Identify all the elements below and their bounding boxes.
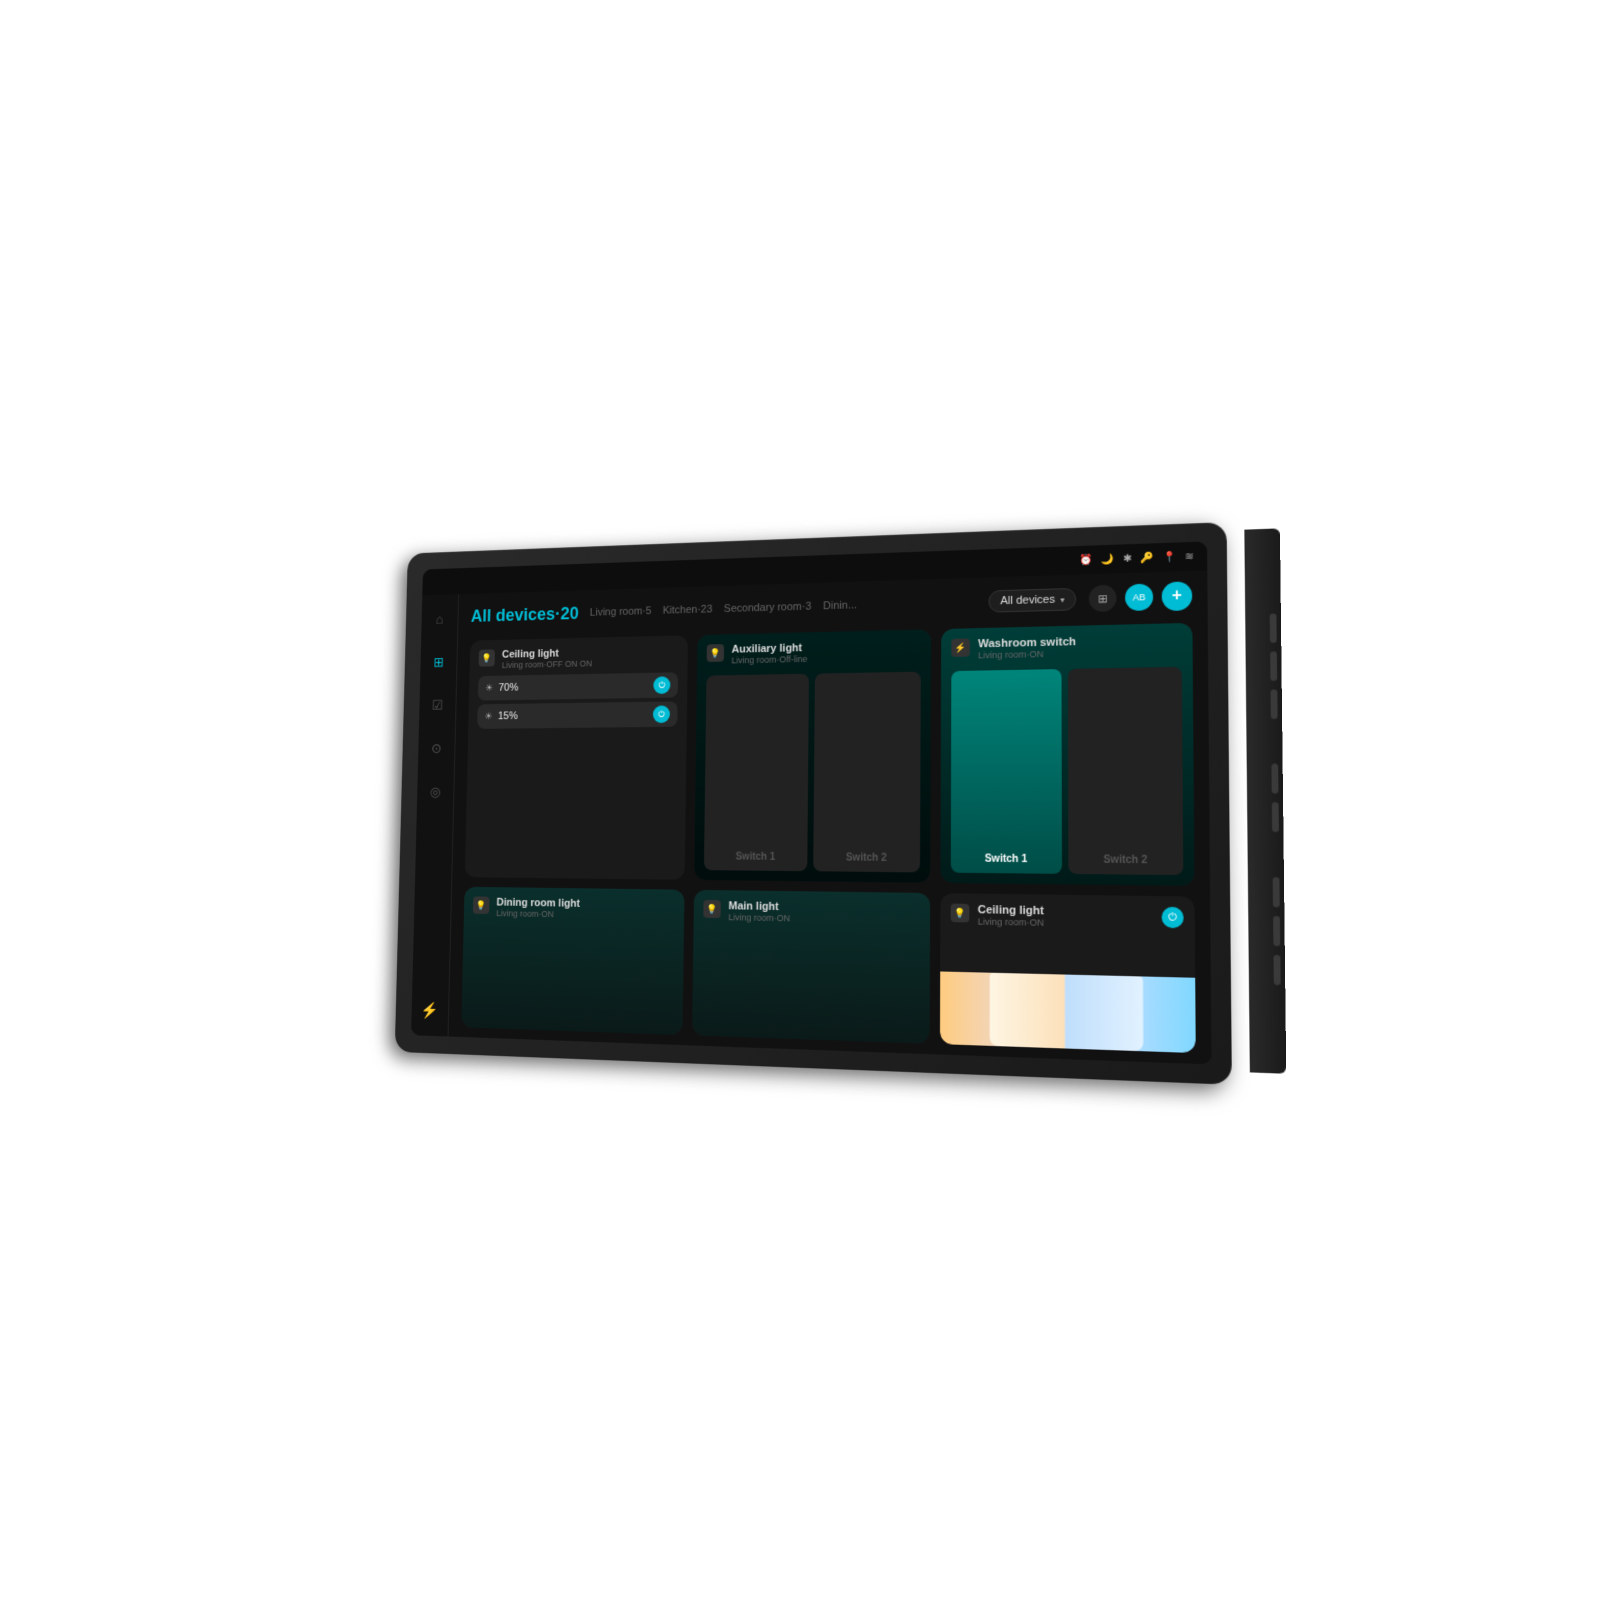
card-ceiling-light-1[interactable]: 💡 Ceiling light Living room·OFF ON ON bbox=[465, 635, 688, 880]
light-icon-box: 💡 bbox=[703, 900, 721, 918]
side-button[interactable] bbox=[1270, 613, 1277, 643]
wifi-icon: ≋ bbox=[1185, 551, 1194, 563]
card-main-light[interactable]: 💡 Main light Living room·ON bbox=[692, 890, 930, 1044]
filter-dropdown[interactable]: All devices ▾ bbox=[989, 588, 1076, 613]
key-icon: 🔑 bbox=[1141, 552, 1154, 564]
light-icon-box: 💡 bbox=[951, 904, 970, 923]
switch-2-button[interactable]: Switch 2 bbox=[813, 672, 921, 873]
sidebar-item-lightning[interactable]: ⚡ bbox=[417, 997, 443, 1025]
room-tab-secondary[interactable]: Secondary room·3 bbox=[724, 601, 812, 615]
alarm-icon: ⏰ bbox=[1080, 554, 1093, 566]
bluetooth-icon: ✱ bbox=[1123, 553, 1132, 565]
card-header: 💡 Main light Living room·ON bbox=[703, 900, 920, 926]
location-icon: 📍 bbox=[1163, 551, 1177, 563]
card-header: 💡 Auxiliary light Living room·Off-line bbox=[707, 640, 921, 666]
device-grid: 💡 Ceiling light Living room·OFF ON ON bbox=[448, 618, 1211, 1064]
brightness-icon-1: ☀ bbox=[485, 683, 493, 694]
screen: ⏰ 🌙 ✱ 🔑 📍 ≋ ⌂ ⊞ ☑ ⊙ ◎ bbox=[411, 541, 1211, 1064]
brightness-value-1: 70% bbox=[498, 680, 647, 694]
side-button[interactable] bbox=[1274, 955, 1281, 986]
lightbulb-icon: 💡 bbox=[710, 648, 721, 659]
filter-label: All devices bbox=[1000, 594, 1055, 608]
lightbulb-icon: 💡 bbox=[707, 903, 718, 914]
device-info: Auxiliary light Living room·Off-line bbox=[731, 640, 920, 666]
device-info: Dining room light Living room·ON bbox=[496, 897, 675, 921]
page-title: All devices·20 bbox=[471, 603, 579, 626]
curtain-left bbox=[990, 973, 1066, 1049]
scene: ⏰ 🌙 ✱ 🔑 📍 ≋ ⌂ ⊞ ☑ ⊙ ◎ bbox=[350, 520, 1250, 1080]
sidebar-item-home[interactable]: ⌂ bbox=[427, 606, 452, 633]
device-room: Living room·ON bbox=[978, 916, 1153, 930]
moon-icon: 🌙 bbox=[1101, 553, 1114, 565]
room-tabs: Living room·5 Kitchen·23 Secondary room·… bbox=[590, 596, 977, 619]
card-header: 💡 Ceiling light Living room·ON ⏻ bbox=[951, 904, 1184, 931]
room-tab-kitchen[interactable]: Kitchen·23 bbox=[663, 604, 713, 617]
curtain-right bbox=[1065, 975, 1143, 1052]
curtain-visual bbox=[990, 973, 1143, 1052]
brightness-toggle-2[interactable]: ⏻ bbox=[653, 705, 670, 723]
room-tab-dining[interactable]: Dinin... bbox=[823, 599, 857, 612]
side-buttons-mid bbox=[1271, 764, 1279, 832]
room-tab-living[interactable]: Living room·5 bbox=[590, 605, 652, 618]
side-button[interactable] bbox=[1273, 877, 1280, 907]
sidebar-item-devices[interactable]: ⊞ bbox=[426, 649, 451, 676]
tablet-frame: ⏰ 🌙 ✱ 🔑 📍 ≋ ⌂ ⊞ ☑ ⊙ ◎ bbox=[395, 522, 1232, 1085]
light-icon-box: 💡 bbox=[473, 896, 490, 914]
brightness-row-1: ☀ 70% ⏻ bbox=[478, 672, 678, 700]
lightbulb-icon: 💡 bbox=[954, 907, 966, 919]
ui-container: ⌂ ⊞ ☑ ⊙ ◎ ⚡ All devices·20 bbox=[411, 570, 1211, 1064]
switch-icon: ⚡ bbox=[955, 642, 967, 653]
side-buttons-bot bbox=[1273, 877, 1281, 985]
chevron-down-icon: ▾ bbox=[1060, 595, 1064, 604]
switch-area: Switch 1 Switch 2 bbox=[704, 672, 921, 873]
card-header: 💡 Dining room light Living room·ON bbox=[473, 896, 675, 921]
add-device-button[interactable]: + bbox=[1162, 581, 1193, 611]
power-button[interactable]: ⏻ bbox=[1162, 907, 1184, 929]
switch-1-button[interactable]: Switch 1 bbox=[951, 669, 1062, 874]
side-button[interactable] bbox=[1270, 651, 1277, 681]
side-button[interactable] bbox=[1272, 802, 1279, 832]
brightness-toggle-1[interactable]: ⏻ bbox=[653, 676, 670, 694]
side-button[interactable] bbox=[1273, 916, 1280, 946]
card-ceiling-light-2[interactable]: 💡 Ceiling light Living room·ON ⏻ bbox=[940, 893, 1196, 1053]
sidebar-bottom: ⚡ bbox=[417, 997, 443, 1025]
sidebar-item-compass[interactable]: ◎ bbox=[423, 778, 448, 804]
device-info: Main light Living room·ON bbox=[728, 900, 920, 925]
sidebar-item-settings[interactable]: ⊙ bbox=[424, 735, 449, 762]
light-icon-box: 💡 bbox=[707, 644, 724, 662]
brightness-value-2: 15% bbox=[498, 709, 648, 722]
brightness-row-2: ☀ 15% ⏻ bbox=[477, 701, 678, 728]
brightness-icon-2: ☀ bbox=[484, 711, 492, 722]
side-button[interactable] bbox=[1271, 689, 1278, 719]
switch-icon-box: ⚡ bbox=[951, 638, 969, 657]
device-info: Ceiling light Living room·ON bbox=[978, 904, 1153, 930]
card-washroom-switch[interactable]: ⚡ Washroom switch Living room·ON bbox=[940, 623, 1194, 886]
card-auxiliary-light[interactable]: 💡 Auxiliary light Living room·Off-line bbox=[694, 629, 931, 882]
switch-2-button[interactable]: Switch 2 bbox=[1068, 667, 1183, 875]
wall-mount bbox=[1244, 528, 1286, 1073]
user-icon-button[interactable]: AB bbox=[1125, 584, 1153, 612]
grid-view-button[interactable]: ⊞ bbox=[1089, 585, 1117, 612]
lightbulb-icon: 💡 bbox=[476, 900, 486, 911]
side-buttons-top bbox=[1270, 613, 1278, 719]
switch-area: Switch 1 Switch 2 bbox=[951, 667, 1184, 875]
device-info: Washroom switch Living room·ON bbox=[978, 633, 1182, 660]
side-button[interactable] bbox=[1271, 764, 1278, 794]
device-info: Ceiling light Living room·OFF ON ON bbox=[502, 645, 679, 670]
switch-1-button[interactable]: Switch 1 bbox=[704, 674, 809, 871]
card-header: ⚡ Washroom switch Living room·ON bbox=[951, 633, 1181, 661]
lightbulb-icon: 💡 bbox=[482, 653, 492, 664]
sidebar-item-tasks[interactable]: ☑ bbox=[425, 692, 450, 719]
device-shell: ⏰ 🌙 ✱ 🔑 📍 ≋ ⌂ ⊞ ☑ ⊙ ◎ bbox=[395, 521, 1255, 1085]
header-actions: ⊞ AB + bbox=[1089, 581, 1193, 613]
card-dining-room-light[interactable]: 💡 Dining room light Living room·ON bbox=[461, 887, 684, 1035]
card-header: 💡 Ceiling light Living room·OFF ON ON bbox=[478, 645, 678, 670]
main-content: All devices·20 Living room·5 Kitchen·23 … bbox=[448, 570, 1211, 1064]
light-icon-box: 💡 bbox=[479, 649, 495, 666]
